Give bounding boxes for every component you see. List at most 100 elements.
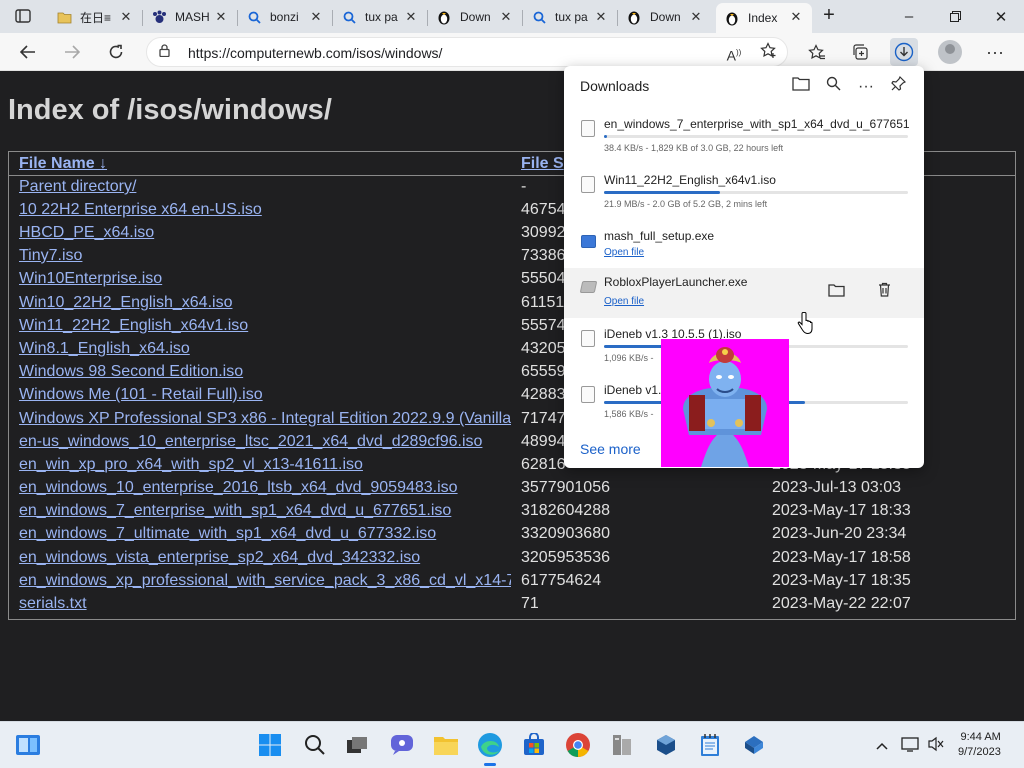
refresh-button[interactable] [102, 38, 130, 66]
more-menu-icon[interactable]: ··· [981, 38, 1009, 66]
file-link[interactable]: Win11_22H2_English_x64v1.iso [19, 317, 511, 335]
download-filename: Win11_22H2_English_x64v1.iso [604, 173, 776, 187]
search-icon[interactable] [820, 74, 846, 100]
read-aloud-icon[interactable]: A)) [723, 42, 745, 64]
close-icon[interactable]: ✕ [593, 9, 609, 25]
open-file-link[interactable]: Open file [604, 247, 644, 258]
file-link[interactable]: Parent directory/ [19, 178, 511, 196]
file-link[interactable]: serials.txt [19, 595, 511, 613]
lock-icon[interactable] [159, 44, 170, 60]
close-icon[interactable]: ✕ [688, 9, 704, 25]
task-view-icon[interactable] [342, 730, 372, 760]
file-date: 2023-Jun-20 23:34 [772, 525, 907, 542]
file-link[interactable]: Windows XP Professional SP3 x86 - Integr… [19, 410, 511, 428]
volume-muted-icon[interactable] [927, 736, 945, 754]
search-icon[interactable] [300, 730, 330, 760]
file-link[interactable]: Windows Me (101 - Retail Full).iso [19, 386, 511, 404]
add-favorite-icon[interactable] [757, 42, 779, 64]
file-link[interactable]: en_windows_7_ultimate_with_sp1_x64_dvd_u… [19, 525, 511, 543]
network-icon[interactable] [901, 736, 919, 754]
close-icon[interactable]: ✕ [118, 9, 134, 25]
delete-icon[interactable] [873, 282, 895, 304]
downloads-icon[interactable] [890, 38, 918, 66]
chrome-icon[interactable] [563, 730, 593, 760]
collections-icon[interactable] [846, 38, 874, 66]
pin-icon[interactable] [885, 74, 911, 100]
file-link[interactable]: en-us_windows_10_enterprise_ltsc_2021_x6… [19, 433, 511, 451]
file-icon [581, 176, 595, 193]
close-icon[interactable]: ✕ [213, 9, 229, 25]
file-link[interactable]: Win10Enterprise.iso [19, 270, 511, 288]
file-link[interactable]: en_windows_10_enterprise_2016_ltsb_x64_d… [19, 479, 511, 497]
virtualbox-icon[interactable] [651, 730, 681, 760]
tab-title: tux pa [365, 10, 398, 24]
search-icon [246, 9, 262, 25]
file-link[interactable]: Windows 98 Second Edition.iso [19, 363, 511, 381]
tab-5[interactable]: Down ✕ [428, 3, 523, 31]
download-item[interactable]: Win11_22H2_English_x64v1.iso 21.9 MB/s -… [564, 166, 924, 216]
chevron-up-icon[interactable] [873, 736, 891, 754]
close-icon[interactable]: ✕ [403, 9, 419, 25]
column-header-size[interactable]: File S [521, 155, 564, 173]
file-explorer-icon[interactable] [431, 730, 461, 760]
tab-6[interactable]: tux pa ✕ [523, 3, 618, 31]
file-icon [581, 120, 595, 137]
restore-button[interactable] [932, 0, 978, 33]
file-link[interactable]: HBCD_PE_x64.iso [19, 224, 511, 242]
show-in-folder-icon[interactable] [825, 282, 847, 304]
back-button[interactable] [14, 38, 42, 66]
tab-actions-icon[interactable] [10, 5, 36, 27]
close-icon[interactable]: ✕ [308, 9, 324, 25]
tab-8-active[interactable]: Index ✕ [716, 3, 812, 33]
minimize-button[interactable]: – [886, 0, 932, 33]
see-more-link[interactable]: See more [580, 441, 641, 457]
file-link[interactable]: en_windows_7_enterprise_with_sp1_x64_dvd… [19, 502, 511, 520]
file-link[interactable]: en_windows_vista_enterprise_sp2_x64_dvd_… [19, 549, 511, 567]
close-window-button[interactable]: ✕ [978, 0, 1024, 33]
genie-character-overlay[interactable] [661, 339, 789, 467]
start-icon[interactable] [255, 730, 285, 760]
favorites-icon[interactable] [803, 38, 831, 66]
close-icon[interactable]: ✕ [788, 9, 804, 25]
more-options-icon[interactable]: ··· [853, 74, 879, 100]
download-item[interactable]: en_windows_7_enterprise_with_sp1_x64_dvd… [564, 110, 924, 160]
tab-title: Down [460, 10, 491, 24]
widgets-icon[interactable] [13, 730, 43, 760]
open-folder-icon[interactable] [788, 74, 814, 100]
url-text[interactable]: https://computernewb.com/isos/windows/ [188, 45, 442, 61]
file-link[interactable]: Win8.1_English_x64.iso [19, 340, 511, 358]
installer-icon [581, 235, 596, 248]
notepad-icon[interactable] [695, 730, 725, 760]
edge-icon[interactable] [475, 730, 505, 766]
file-link[interactable]: Tiny7.iso [19, 247, 511, 265]
tab-4[interactable]: tux pa ✕ [333, 3, 428, 31]
file-link[interactable]: en_win_xp_pro_x64_with_sp2_vl_x13-41611.… [19, 456, 511, 474]
column-header-name[interactable]: File Name ↓ [19, 155, 107, 173]
close-icon[interactable]: ✕ [498, 9, 514, 25]
store-icon[interactable] [519, 730, 549, 760]
file-link[interactable]: Win10_22H2_English_x64.iso [19, 294, 511, 312]
search-icon [341, 9, 357, 25]
download-status: 1,586 KB/s - [604, 409, 654, 419]
download-item[interactable]: RobloxPlayerLauncher.exe Open file [564, 268, 924, 318]
open-file-link[interactable]: Open file [604, 296, 644, 307]
tab-7[interactable]: Down ✕ [618, 3, 712, 31]
clock[interactable]: 9:44 AM 9/7/2023 [958, 730, 1001, 760]
forward-button[interactable] [58, 38, 86, 66]
server-manager-icon[interactable] [607, 730, 637, 760]
address-bar[interactable]: https://computernewb.com/isos/windows/ A… [146, 37, 788, 67]
download-status: 38.4 KB/s - 1,829 KB of 3.0 GB, 22 hours… [604, 143, 784, 153]
paw-icon [151, 9, 167, 25]
file-link[interactable]: en_windows_xp_professional_with_service_… [19, 572, 511, 590]
remote-desktop-icon[interactable] [739, 730, 769, 760]
new-tab-button[interactable]: + [818, 5, 840, 26]
tab-2[interactable]: MASH ✕ [143, 3, 238, 31]
teams-chat-icon[interactable] [387, 730, 417, 760]
tab-1[interactable]: 在日≡ ✕ [48, 3, 143, 31]
file-link[interactable]: 10 22H2 Enterprise x64 en-US.iso [19, 201, 511, 219]
download-progress [604, 135, 908, 138]
profile-avatar[interactable] [938, 40, 962, 64]
download-item[interactable]: mash_full_setup.exe Open file [564, 222, 924, 272]
table-row: en_windows_xp_professional_with_service_… [9, 570, 1015, 593]
tab-3[interactable]: bonzi ✕ [238, 3, 333, 31]
